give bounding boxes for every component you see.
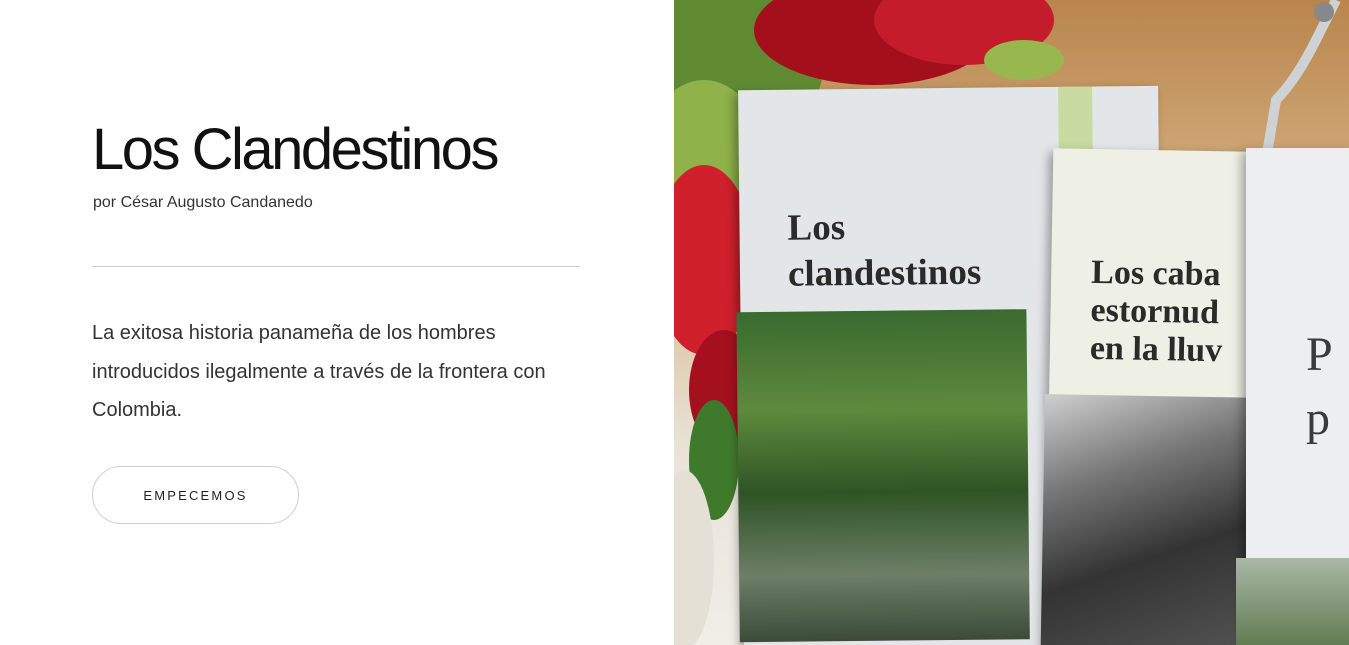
book-description: La exitosa historia panameña de los homb…	[92, 322, 546, 421]
hero-text-panel: Los Clandestinos por César Augusto Canda…	[0, 0, 674, 645]
hero-section: Los Clandestinos por César Augusto Canda…	[0, 0, 1349, 645]
page-title: Los Clandestinos	[92, 117, 499, 182]
book2-title: Los caba estornud en la lluv	[1089, 253, 1223, 370]
book1-title: Los clandestinos	[787, 207, 982, 295]
author-byline: por César Augusto Candanedo	[93, 194, 313, 211]
book-cover-third: P p	[1236, 148, 1349, 645]
forest-image	[736, 309, 1030, 643]
book-cover-caballos: Los caba estornud en la lluv	[1040, 148, 1259, 645]
book3-title: P p	[1306, 328, 1333, 445]
start-button[interactable]: EMPECEMOS	[92, 466, 299, 524]
horse-image	[1040, 394, 1256, 645]
landscape-image	[1236, 558, 1349, 645]
divider	[92, 266, 580, 267]
hero-photo: Los clandestinos Los caba estornud en la…	[674, 0, 1349, 645]
